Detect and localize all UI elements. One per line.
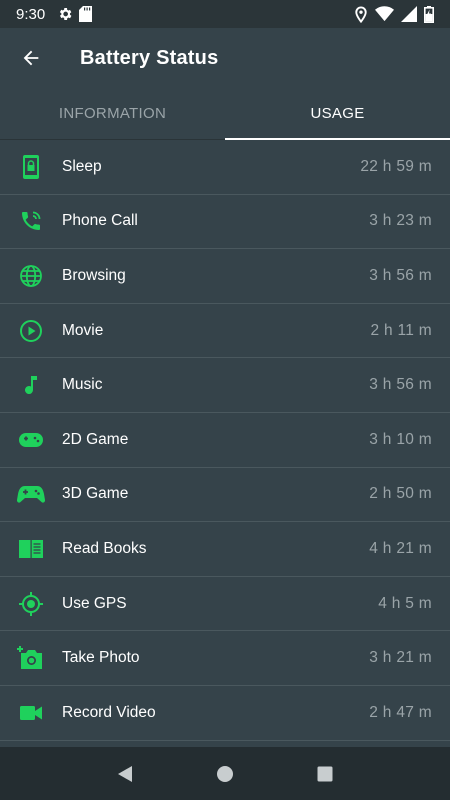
list-item-browsing[interactable]: Browsing 3 h 56 m (0, 249, 450, 304)
status-bar: 9:30 (0, 0, 450, 28)
list-item-label: Take Photo (62, 649, 140, 667)
nav-home-button[interactable] (205, 754, 245, 794)
gps-icon (19, 591, 43, 616)
tab-information[interactable]: INFORMATION (0, 88, 225, 139)
sd-card-icon (79, 6, 93, 22)
list-item-value: 3 h 10 m (369, 430, 432, 448)
app-bar: Battery Status (0, 28, 450, 88)
game-controller-icon (17, 486, 45, 503)
gamepad-icon (19, 432, 43, 447)
back-button[interactable] (2, 28, 60, 88)
nav-recents-button[interactable] (305, 754, 345, 794)
video-camera-icon (20, 705, 42, 720)
list-item-value: 3 h 21 m (369, 649, 432, 667)
system-nav-bar (0, 747, 450, 800)
list-item-sleep[interactable]: Sleep 22 h 59 m (0, 140, 450, 195)
list-item-use-gps[interactable]: Use GPS 4 h 5 m (0, 577, 450, 632)
list-item-phone-call[interactable]: Phone Call 3 h 23 m (0, 195, 450, 250)
list-item-2d-game[interactable]: 2D Game 3 h 10 m (0, 413, 450, 468)
list-item-value: 2 h 50 m (369, 485, 432, 503)
list-item-value: 22 h 59 m (360, 157, 432, 175)
camera-add-icon (17, 646, 42, 670)
list-item-label: Phone Call (62, 212, 138, 230)
list-item-value: 4 h 5 m (378, 594, 432, 612)
globe-icon (20, 265, 42, 287)
list-item-value: 3 h 23 m (369, 212, 432, 230)
nav-back-triangle-icon (118, 765, 132, 782)
list-item-music[interactable]: Music 3 h 56 m (0, 358, 450, 413)
cell-signal-icon (401, 6, 417, 22)
list-item-label: 3D Game (62, 485, 129, 503)
list-item-label: Sleep (62, 157, 102, 175)
play-circle-icon (20, 319, 42, 342)
list-item-value: 3 h 56 m (369, 376, 432, 394)
battery-icon (424, 5, 434, 23)
list-item-record-video[interactable]: Record Video 2 h 47 m (0, 686, 450, 741)
list-item-label: Use GPS (62, 594, 127, 612)
settings-gear-icon (60, 8, 72, 20)
list-item-label: Record Video (62, 703, 156, 721)
list-item-label: Browsing (62, 266, 126, 284)
list-item-value: 3 h 56 m (369, 266, 432, 284)
nav-recents-square-icon (317, 766, 333, 781)
location-icon (355, 5, 367, 23)
list-item-label: Read Books (62, 539, 147, 557)
tab-usage[interactable]: USAGE (225, 88, 450, 140)
list-item-value: 2 h 47 m (369, 703, 432, 721)
usage-list: Sleep 22 h 59 m Phone Call 3 h 23 m Brow… (0, 140, 450, 747)
list-item-read-books[interactable]: Read Books 4 h 21 m (0, 522, 450, 577)
book-icon (19, 539, 43, 558)
tab-bar: INFORMATION USAGE (0, 88, 450, 140)
arrow-back-icon (23, 50, 39, 66)
nav-home-circle-icon (217, 765, 233, 782)
phone-call-icon (22, 211, 41, 231)
page-title: Battery Status (80, 46, 219, 69)
phone-sleep-icon (23, 154, 39, 179)
list-item-value: 2 h 11 m (370, 321, 432, 339)
list-item-3d-game[interactable]: 3D Game 2 h 50 m (0, 468, 450, 523)
status-time: 9:30 (16, 5, 46, 23)
list-item-take-photo[interactable]: Take Photo 3 h 21 m (0, 631, 450, 686)
music-note-icon (25, 376, 37, 395)
list-item-label: Music (62, 376, 103, 394)
list-item-movie[interactable]: Movie 2 h 11 m (0, 304, 450, 359)
list-item-label: 2D Game (62, 430, 129, 448)
list-item-label: Movie (62, 321, 104, 339)
wifi-icon (375, 6, 394, 22)
nav-back-button[interactable] (105, 754, 145, 794)
list-item-value: 4 h 21 m (369, 539, 432, 557)
